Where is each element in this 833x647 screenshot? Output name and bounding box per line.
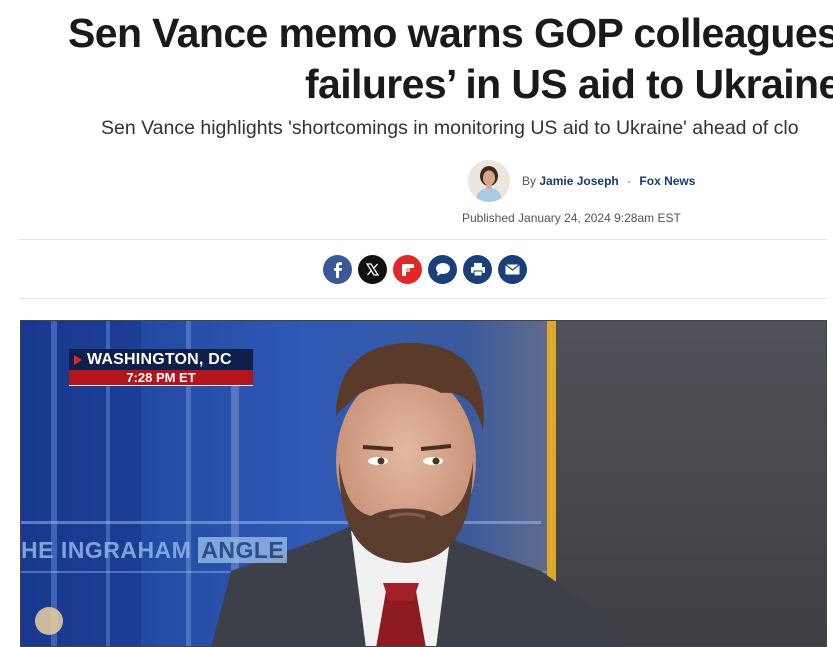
location-lower-third: WASHINGTON, DC 7:28 PM ET bbox=[69, 349, 253, 386]
print-button[interactable] bbox=[463, 255, 492, 284]
divider bbox=[20, 298, 827, 299]
byline: By Jamie Joseph · Fox News bbox=[468, 160, 695, 202]
show-name-prefix: HE INGRAHAM bbox=[21, 537, 192, 563]
share-bar bbox=[323, 255, 527, 284]
play-triangle-icon bbox=[74, 355, 82, 365]
location-label: WASHINGTON, DC bbox=[69, 349, 253, 370]
hero-image[interactable]: WASHINGTON, DC 7:28 PM ET HE INGRAHAM AN… bbox=[20, 320, 827, 647]
facebook-icon bbox=[333, 261, 342, 278]
divider bbox=[20, 239, 827, 240]
byline-prefix: By bbox=[522, 174, 537, 188]
time-label: 7:28 PM ET bbox=[69, 370, 253, 386]
show-name-graphic: HE INGRAHAM ANGLE bbox=[21, 537, 288, 564]
author-avatar[interactable] bbox=[468, 160, 510, 202]
location-text: WASHINGTON, DC bbox=[87, 351, 232, 368]
published-timestamp: Published January 24, 2024 9:28am EST bbox=[462, 211, 681, 225]
printer-icon bbox=[470, 263, 485, 277]
comments-button[interactable] bbox=[428, 255, 457, 284]
x-icon bbox=[366, 263, 379, 276]
byline-text: By Jamie Joseph · Fox News bbox=[522, 174, 695, 188]
facebook-share-button[interactable] bbox=[323, 255, 352, 284]
headline-line-1: Sen Vance memo warns GOP colleagues bbox=[68, 10, 833, 56]
byline-separator: · bbox=[627, 174, 632, 188]
flipboard-icon bbox=[401, 263, 414, 276]
email-share-button[interactable] bbox=[498, 255, 527, 284]
outlet-link[interactable]: Fox News bbox=[639, 174, 695, 188]
show-name-suffix: ANGLE bbox=[198, 537, 288, 563]
flipboard-share-button[interactable] bbox=[393, 255, 422, 284]
email-icon bbox=[505, 264, 520, 275]
x-share-button[interactable] bbox=[358, 255, 387, 284]
speech-bubble-icon bbox=[435, 263, 450, 276]
author-link[interactable]: Jamie Joseph bbox=[539, 174, 618, 188]
article-subheadline: Sen Vance highlights 'shortcomings in mo… bbox=[101, 117, 799, 139]
headline-line-2: failures’ in US aid to Ukraine bbox=[305, 61, 833, 107]
